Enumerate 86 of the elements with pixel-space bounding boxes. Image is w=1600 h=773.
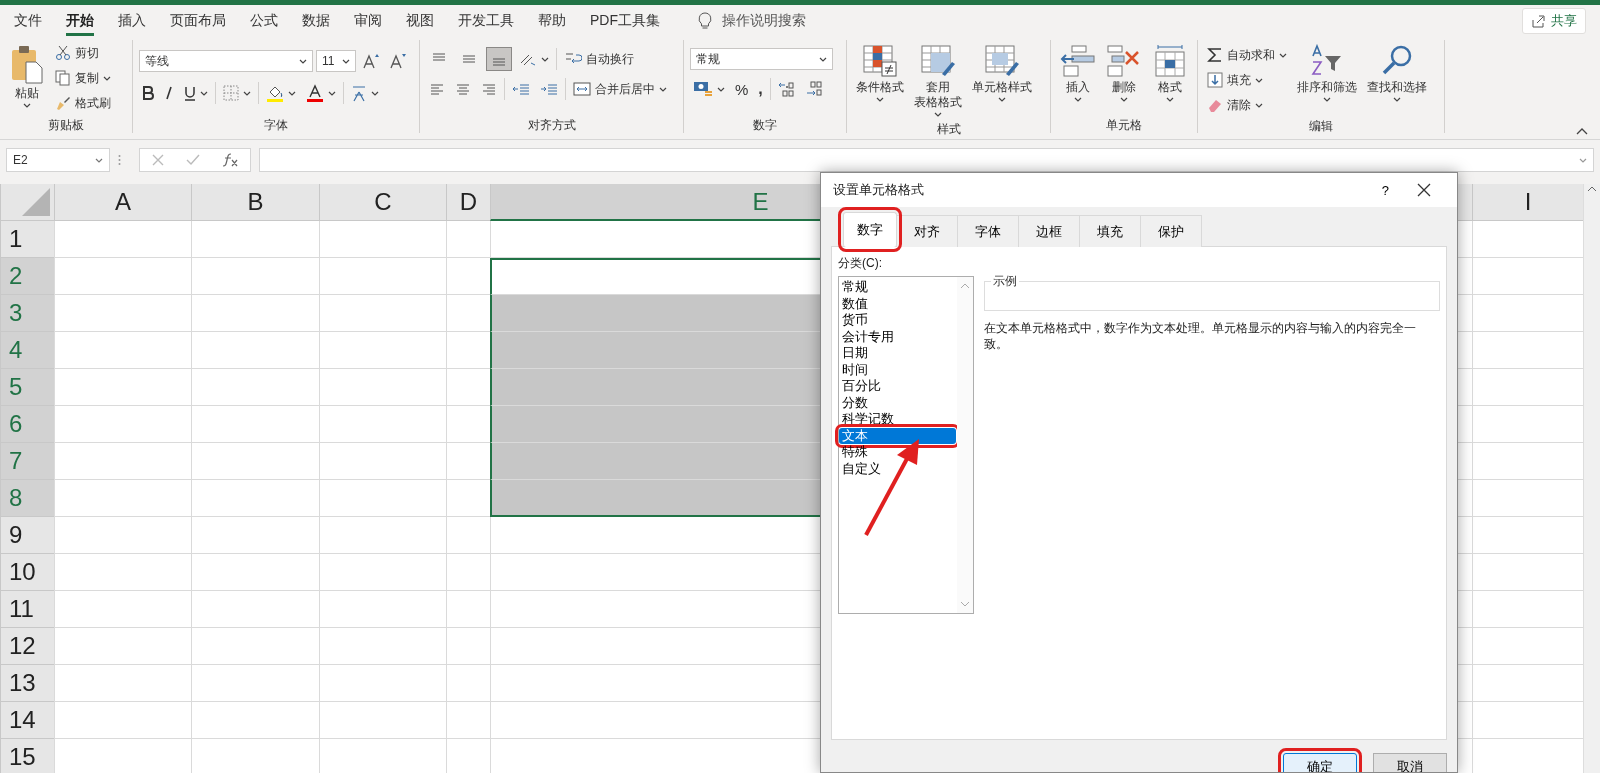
menu-tab[interactable]: 视图 [406, 7, 434, 34]
name-box[interactable]: E2 [6, 148, 110, 172]
row-header[interactable]: 13 [0, 665, 54, 702]
menu-tab[interactable]: 公式 [250, 7, 278, 34]
delete-cells-button[interactable]: 删除 [1103, 42, 1145, 115]
clear-button[interactable]: 清除 [1204, 94, 1290, 116]
find-select-button[interactable]: 查找和选择 [1364, 42, 1430, 116]
column-header[interactable]: D [446, 184, 490, 221]
dialog-button[interactable]: 取消 [1373, 753, 1447, 772]
group-label: 剪贴板 [48, 116, 84, 134]
group-label: 单元格 [1106, 116, 1142, 134]
autosum-button[interactable]: 自动求和 [1204, 44, 1290, 66]
dialog-tab[interactable]: 字体 [957, 215, 1019, 247]
menu-tab[interactable]: 数据 [302, 7, 330, 34]
row-header[interactable]: 5 [0, 369, 54, 406]
format-description: 在文本单元格格式中，数字作为文本处理。单元格显示的内容与输入的内容完全一致。 [984, 320, 1417, 352]
row-header[interactable]: 1 [0, 221, 54, 258]
row-header[interactable]: 2 [0, 258, 54, 295]
category-item[interactable]: 日期 [839, 345, 956, 362]
insert-cells-button[interactable]: 插入 [1057, 42, 1099, 115]
category-item[interactable]: 自定义 [839, 460, 956, 477]
menu-tab[interactable]: 帮助 [538, 7, 566, 34]
row-header[interactable]: 12 [0, 628, 54, 665]
column-header[interactable]: A [54, 184, 191, 221]
column-header[interactable]: I [1472, 184, 1583, 221]
share-button[interactable]: 共享 [1522, 7, 1586, 34]
menu-tab[interactable]: 文件 [14, 7, 42, 34]
group-label: 对齐方式 [527, 116, 576, 134]
category-item[interactable]: 特殊 [839, 444, 956, 461]
percent-button[interactable]: % [732, 78, 752, 100]
row-header[interactable]: 10 [0, 554, 54, 591]
number-format-field[interactable]: 常规 [690, 48, 833, 70]
category-item[interactable]: 常规 [839, 279, 956, 296]
category-item[interactable]: 分数 [839, 394, 956, 411]
comma-style-button[interactable]: , [755, 78, 766, 100]
cell-styles-button[interactable]: 单元格样式 [969, 42, 1035, 119]
row-header[interactable]: 3 [0, 295, 54, 332]
font-size-field[interactable]: 11 [316, 50, 356, 72]
conditional-format-button[interactable]: 条件格式 [853, 42, 907, 119]
paste-button[interactable]: 粘贴 [6, 42, 48, 115]
search-field[interactable]: 操作说明搜索 [722, 11, 806, 30]
sample-box: 示例 [984, 273, 1440, 311]
category-item[interactable]: 数值 [839, 295, 956, 312]
category-item[interactable]: 货币 [839, 312, 956, 329]
row-header[interactable]: 7 [0, 443, 54, 480]
row-header[interactable]: 11 [0, 591, 54, 628]
category-item[interactable]: 时间 [839, 361, 956, 378]
menu-tab[interactable]: 开发工具 [458, 7, 514, 34]
menu-tab[interactable]: 页面布局 [170, 7, 226, 34]
menu-tab[interactable]: 审阅 [354, 7, 382, 34]
row-header[interactable]: 4 [0, 332, 54, 369]
font-name-field[interactable]: 等线 [139, 50, 313, 72]
wrap-text-button[interactable]: 自动换行 [561, 48, 637, 70]
row-header[interactable]: 9 [0, 517, 54, 554]
category-list[interactable]: 常规 数值 货币 会计专用 日期 时间 百分比 分数 科学记数 文本 特殊 自定义 [838, 276, 974, 614]
group-label: 编辑 [1309, 117, 1333, 135]
dialog-title: 设置单元格格式 [833, 181, 924, 199]
group-label: 字体 [264, 116, 288, 134]
dialog-tab[interactable]: 填充 [1079, 215, 1141, 247]
sort-filter-button[interactable]: 排序和筛选 [1294, 42, 1360, 116]
menu-tab[interactable]: 插入 [118, 7, 146, 34]
copy-button[interactable]: 复制 [52, 67, 114, 89]
category-item[interactable]: 会计专用 [839, 328, 956, 345]
row-header[interactable]: 8 [0, 480, 54, 517]
menu-tab[interactable]: PDF工具集 [590, 7, 660, 34]
dialog-tab[interactable]: 边框 [1018, 215, 1080, 247]
format-cells-button[interactable]: 格式 [1149, 42, 1191, 115]
group-label: 数字 [753, 116, 777, 134]
category-item[interactable]: 百分比 [839, 378, 956, 395]
column-header[interactable]: B [191, 184, 319, 221]
row-header[interactable]: 6 [0, 406, 54, 443]
format-as-table-button[interactable]: 套用 表格格式 [911, 42, 965, 119]
column-header[interactable]: C [319, 184, 446, 221]
category-label: 分类(C): [838, 256, 882, 270]
row-header[interactable]: 14 [0, 702, 54, 739]
merge-center-button[interactable]: 合并后居中 [570, 78, 670, 100]
menu-tab[interactable]: 开始 [66, 7, 94, 34]
row-header[interactable]: 15 [0, 739, 54, 773]
cut-button[interactable]: 剪切 [52, 42, 114, 64]
category-item[interactable]: 科学记数 [839, 411, 956, 428]
group-label: 样式 [936, 120, 961, 138]
help-button[interactable]: ? [1367, 182, 1403, 198]
format-painter-button[interactable]: 格式刷 [52, 92, 114, 114]
dialog-tab[interactable]: 保护 [1140, 215, 1202, 247]
fill-button[interactable]: 填充 [1204, 69, 1290, 91]
dialog-tab[interactable]: 对齐 [896, 215, 958, 247]
